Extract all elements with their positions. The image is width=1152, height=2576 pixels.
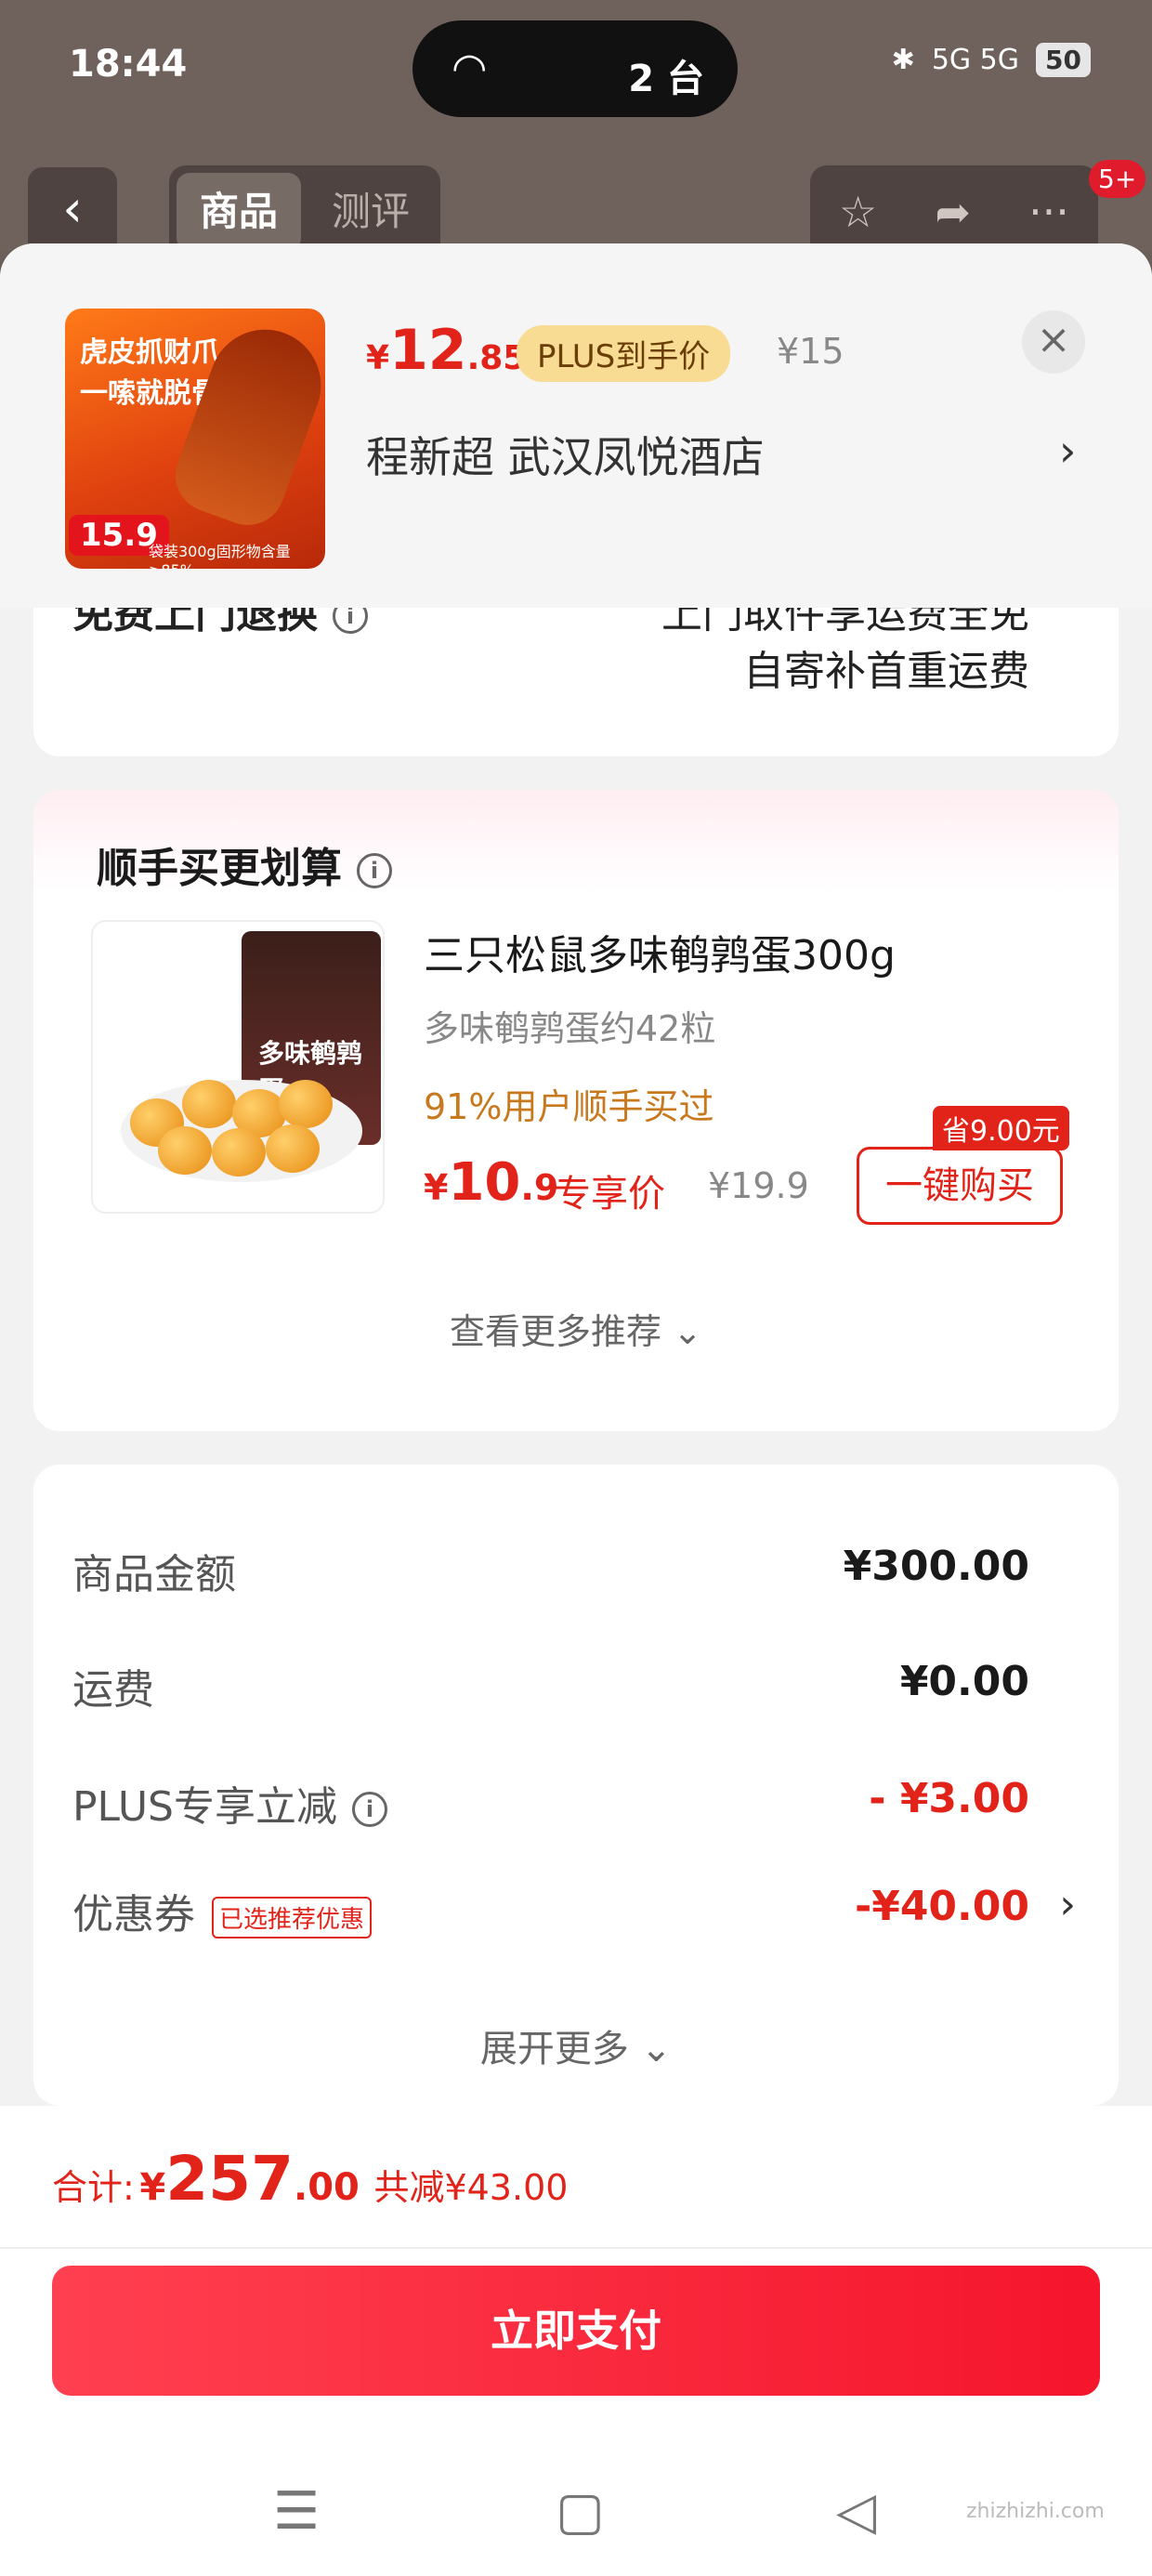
- summary-label: 商品金额: [72, 1551, 236, 1598]
- info-icon[interactable]: i: [357, 853, 392, 888]
- thumbnail-footer: 袋装300g固形物含量≥85%: [149, 543, 291, 569]
- status-bar: 18:44 ◠ 2 台 ✱ 5G 5G 50: [0, 0, 1152, 139]
- divider: [0, 2247, 1152, 2249]
- summary-label: PLUS专享立减 i: [72, 1773, 387, 1833]
- hotspot-icon: ◠: [452, 45, 488, 92]
- share-icon[interactable]: ➦: [935, 187, 971, 237]
- plus-price-badge: PLUS到手价: [517, 325, 731, 382]
- price-symbol: ¥: [424, 1167, 449, 1208]
- message-badge: 5+: [1089, 160, 1146, 198]
- checkout-footer: 合计: ¥257.00 共减¥43.00 立即支付 ☰ ▢ ◁ zhizhizh…: [0, 2106, 1152, 2576]
- summary-label: 优惠券 已选推荐优惠: [72, 1881, 373, 1940]
- summary-label: 运费: [72, 1666, 154, 1714]
- summary-row-shipping: 运费 ¥0.00: [72, 1647, 1029, 1721]
- total-amount: 合计: ¥257.00 共减¥43.00: [52, 2143, 568, 2215]
- summary-value: ¥300.00: [843, 1543, 1029, 1590]
- egg: [182, 1080, 236, 1128]
- recommend-users: 91%用户顺手买过: [424, 1086, 714, 1127]
- close-button[interactable]: ×: [1022, 310, 1085, 374]
- summary-label-text: 优惠券: [72, 1891, 195, 1939]
- coupon-tag: 已选推荐优惠: [212, 1896, 373, 1939]
- total-symbol: ¥: [139, 2166, 166, 2209]
- return-line-2: 自寄补首重运费: [743, 648, 1029, 695]
- tab-review[interactable]: 测评: [308, 173, 433, 251]
- status-time: 18:44: [69, 43, 188, 85]
- home-icon[interactable]: ▢: [556, 2481, 605, 2542]
- price-integer: 12: [389, 318, 467, 383]
- recommend-spec: 多味鹌鹑蛋约42粒: [424, 1008, 716, 1049]
- hotspot-count: 2 台: [628, 58, 704, 100]
- egg: [279, 1080, 333, 1128]
- chevron-right-icon[interactable]: ›: [1059, 426, 1076, 476]
- dynamic-island[interactable]: ◠ 2 台: [412, 20, 738, 117]
- product-price: ¥12.85: [366, 318, 526, 383]
- summary-row-goods: 商品金额 ¥300.00: [72, 1531, 1029, 1606]
- save-badge: 省9.00元: [933, 1106, 1069, 1150]
- back-icon[interactable]: ◁: [836, 2481, 876, 2542]
- chevron-right-icon[interactable]: ›: [1059, 1881, 1076, 1928]
- quail-egg-image[interactable]: 多味鹌鹑蛋: [91, 920, 385, 1214]
- recommend-title: 顺手买更划算 i: [97, 835, 392, 894]
- recommend-price: ¥10.9: [424, 1152, 558, 1213]
- summary-row-plus-discount: PLUS专享立减 i - ¥3.00: [72, 1764, 1029, 1838]
- bluetooth-icon: ✱: [891, 44, 915, 76]
- product-summary: 虎皮抓财爪 一嗦就脱骨 15.9 袋装300g固形物含量≥85% ¥12.85 …: [0, 243, 1152, 608]
- recommend-card: 顺手买更划算 i 多味鹌鹑蛋 三只松鼠多味鹌鹑蛋300g 多味鹌鹑蛋约42粒 91…: [33, 790, 1119, 1431]
- menu-icon[interactable]: ☰: [273, 2481, 320, 2542]
- egg: [212, 1128, 266, 1176]
- summary-value: - ¥3.00: [869, 1775, 1029, 1822]
- summary-value: -¥40.00: [854, 1883, 1029, 1930]
- total-decimal: .00: [294, 2166, 360, 2209]
- expand-more[interactable]: 展开更多 ⌄: [33, 2018, 1119, 2072]
- price-summary-card: 商品金额 ¥300.00 运费 ¥0.00 PLUS专享立减 i - ¥3.00 …: [33, 1465, 1119, 2106]
- price-symbol: ¥: [366, 339, 390, 377]
- total-integer: 257: [165, 2143, 295, 2215]
- recommend-product-name[interactable]: 三只松鼠多味鹌鹑蛋300g: [424, 922, 896, 981]
- star-icon[interactable]: ☆: [839, 187, 877, 237]
- shop-address[interactable]: 程新超 武汉凤悦酒店: [366, 424, 765, 485]
- recommend-title-text: 顺手买更划算: [97, 845, 342, 892]
- product-thumbnail: 虎皮抓财爪 一嗦就脱骨 15.9 袋装300g固形物含量≥85%: [65, 309, 325, 569]
- page-header: ‹ 商品 测评 ☆ ➦ ··· 5+: [0, 139, 1152, 258]
- recommend-original-price: ¥19.9: [708, 1165, 809, 1206]
- total-label: 合计:: [52, 2167, 135, 2208]
- pay-now-button[interactable]: 立即支付: [52, 2266, 1100, 2396]
- signal-icon: 5G 5G: [931, 44, 1020, 76]
- summary-value: ¥0.00: [899, 1658, 1029, 1705]
- one-click-buy-button[interactable]: 一键购买: [857, 1147, 1063, 1225]
- egg: [266, 1124, 320, 1173]
- tab-product[interactable]: 商品: [177, 173, 301, 251]
- watermark: zhizhizhi.com: [966, 2500, 1105, 2523]
- price-integer: 10: [448, 1152, 521, 1213]
- total-saved: 共减¥43.00: [373, 2167, 569, 2208]
- summary-label-text: PLUS专享立减: [72, 1783, 337, 1831]
- summary-row-coupon[interactable]: 优惠券 已选推荐优惠 -¥40.00 ›: [72, 1872, 1076, 1946]
- battery-icon: 50: [1036, 43, 1091, 77]
- more-icon[interactable]: ···: [1028, 187, 1069, 237]
- system-icons: ✱ 5G 5G 50: [892, 43, 1091, 77]
- see-more-recommendations[interactable]: 查看更多推荐 ⌄: [33, 1303, 1119, 1354]
- exclusive-price-label: 专享价: [554, 1173, 665, 1216]
- original-price: ¥15: [777, 331, 844, 372]
- egg: [158, 1126, 212, 1175]
- info-icon[interactable]: i: [352, 1792, 387, 1827]
